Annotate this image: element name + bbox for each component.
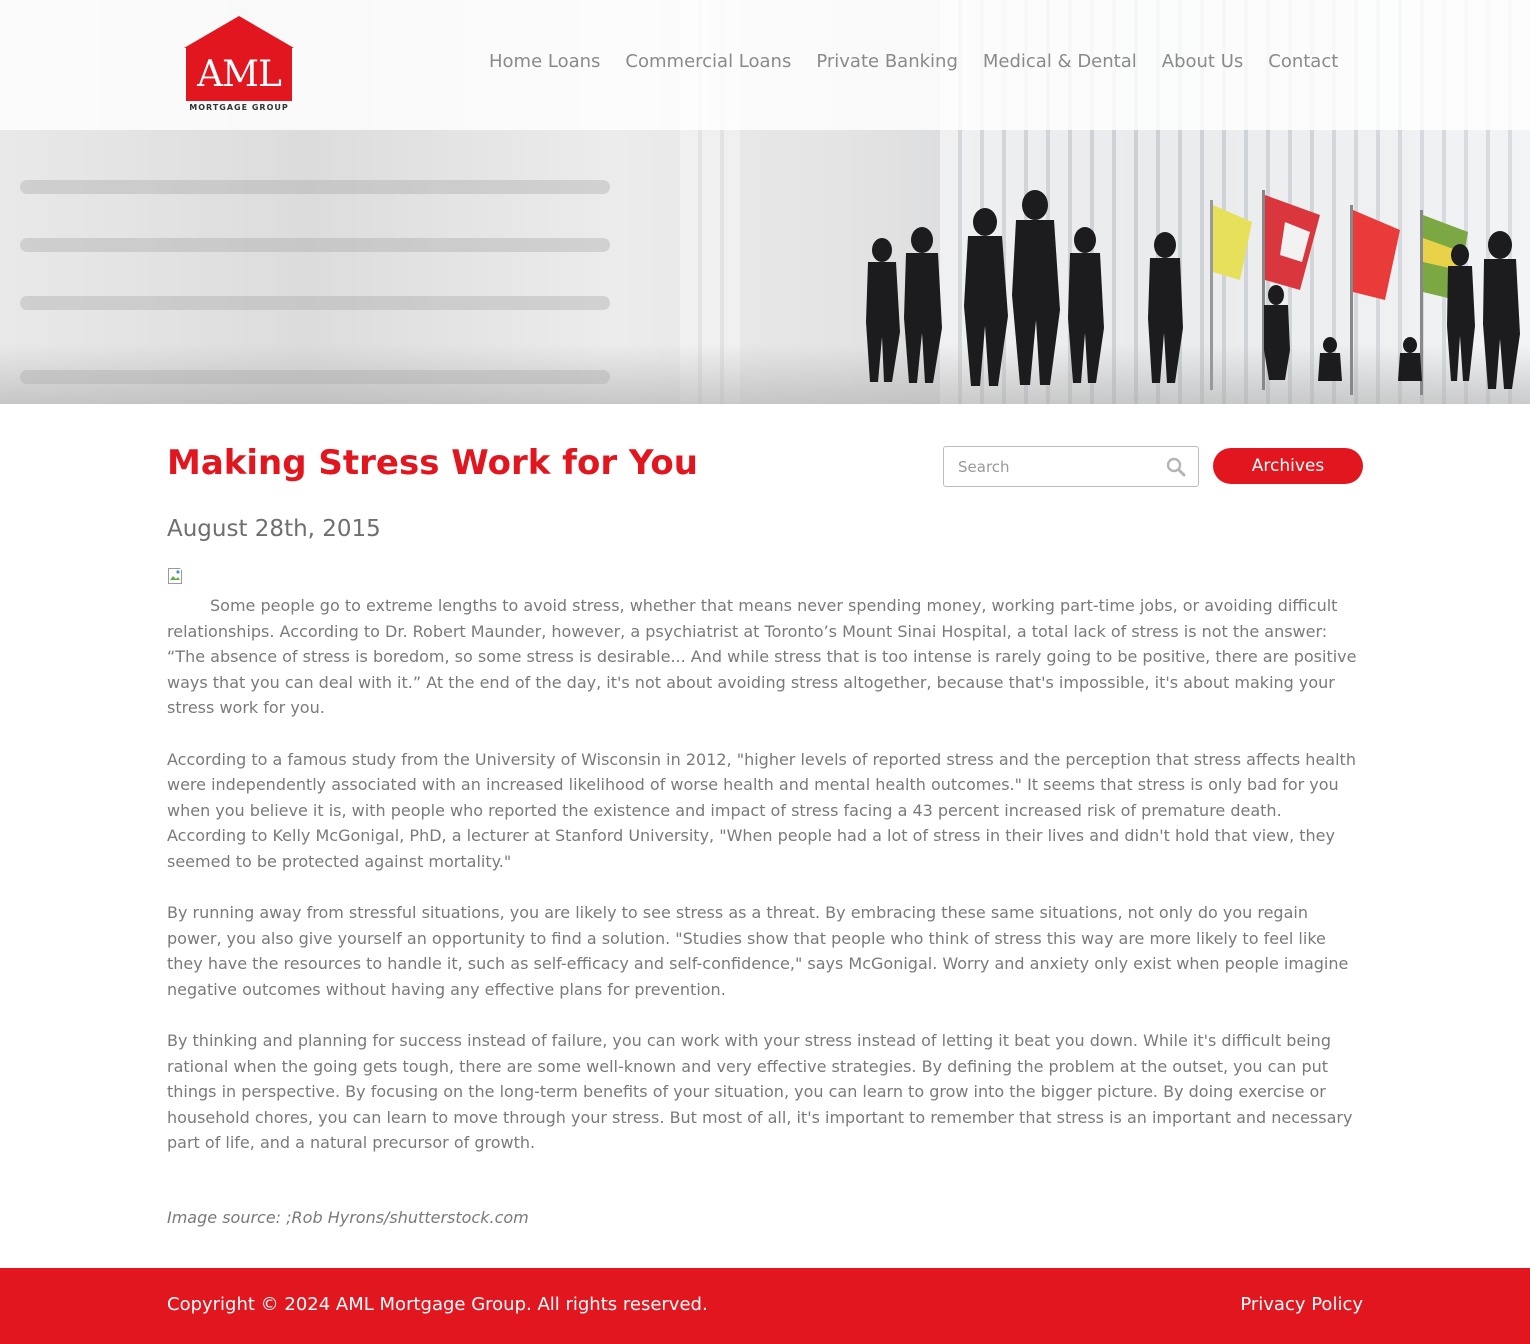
main-nav: Home Loans Commercial Loans Private Bank… (489, 48, 1363, 78)
brand-logo[interactable]: AML MORTGAGE GROUP (184, 16, 294, 114)
post-paragraph: By running away from stressful situation… (167, 903, 1349, 999)
nav-item-contact[interactable]: Contact (1268, 48, 1338, 78)
post-paragraph: Some people go to extreme lengths to avo… (167, 596, 1357, 717)
site-header: AML MORTGAGE GROUP Home Loans Commercial… (0, 0, 1530, 130)
search-box (943, 446, 1199, 487)
nav-item-private-banking[interactable]: Private Banking (816, 48, 958, 78)
nav-item-commercial-loans[interactable]: Commercial Loans (625, 48, 791, 78)
logo-text: AML (186, 48, 292, 101)
post-paragraph: According to a famous study from the Uni… (167, 749, 1356, 871)
archives-button[interactable]: Archives (1213, 448, 1363, 484)
broken-image-icon (168, 568, 186, 584)
flag (1210, 200, 1252, 390)
search-input[interactable] (944, 447, 1159, 486)
flag (1350, 205, 1400, 395)
post-body: Some people go to extreme lengths to avo… (167, 593, 1365, 1182)
privacy-policy-link[interactable]: Privacy Policy (1240, 1294, 1363, 1315)
copyright-text: Copyright © 2024 AML Mortgage Group. All… (167, 1294, 708, 1315)
image-credit: Image source: ;Rob Hyrons/shutterstock.c… (167, 1208, 529, 1227)
search-icon[interactable] (1166, 457, 1186, 477)
nav-item-about-us[interactable]: About Us (1162, 48, 1244, 78)
post-paragraph: By thinking and planning for success ins… (167, 1031, 1353, 1152)
nav-item-medical-dental[interactable]: Medical & Dental (983, 48, 1137, 78)
site-footer: Copyright © 2024 AML Mortgage Group. All… (0, 1268, 1530, 1344)
logo-subtext: MORTGAGE GROUP (189, 103, 289, 112)
post-title: Making Stress Work for You (167, 443, 698, 483)
post-date: August 28th, 2015 (167, 516, 381, 542)
logo-roof (184, 16, 294, 48)
nav-item-home-loans[interactable]: Home Loans (489, 48, 600, 78)
